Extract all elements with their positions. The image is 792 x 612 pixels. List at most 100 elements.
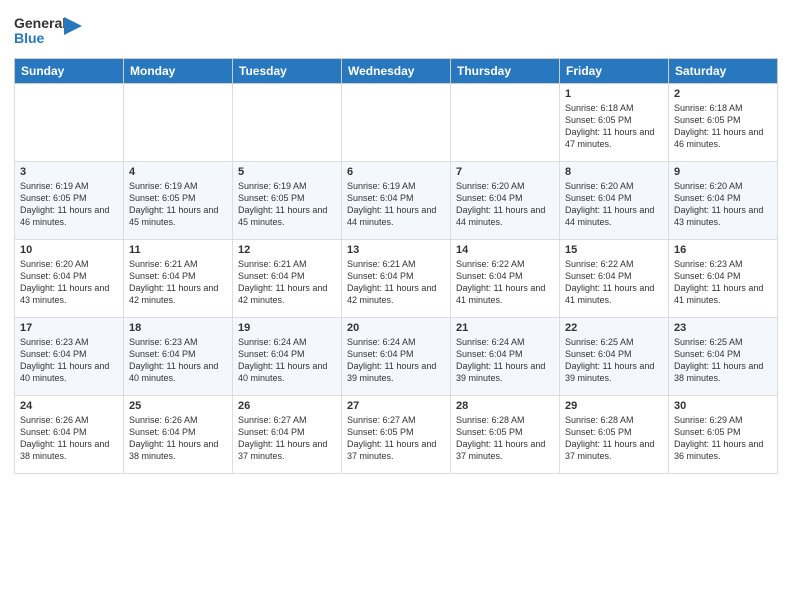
- day-info: Daylight: 11 hours and 41 minutes.: [456, 282, 554, 306]
- day-info: Sunrise: 6:27 AM: [347, 414, 445, 426]
- weekday-header: Sunday: [15, 59, 124, 84]
- day-info: Sunrise: 6:18 AM: [565, 102, 663, 114]
- day-info: Daylight: 11 hours and 42 minutes.: [129, 282, 227, 306]
- svg-text:General: General: [14, 15, 64, 31]
- day-info: Sunset: 6:05 PM: [674, 114, 772, 126]
- day-info: Sunset: 6:04 PM: [456, 192, 554, 204]
- calendar-cell: 4Sunrise: 6:19 AMSunset: 6:05 PMDaylight…: [124, 162, 233, 240]
- day-number: 12: [238, 244, 336, 256]
- calendar-week: 17Sunrise: 6:23 AMSunset: 6:04 PMDayligh…: [15, 318, 778, 396]
- day-number: 9: [674, 166, 772, 178]
- day-info: Sunset: 6:04 PM: [238, 348, 336, 360]
- calendar-cell: 16Sunrise: 6:23 AMSunset: 6:04 PMDayligh…: [669, 240, 778, 318]
- day-info: Sunrise: 6:28 AM: [565, 414, 663, 426]
- day-info: Sunrise: 6:20 AM: [456, 180, 554, 192]
- weekday-header: Monday: [124, 59, 233, 84]
- day-number: 15: [565, 244, 663, 256]
- day-info: Daylight: 11 hours and 46 minutes.: [20, 204, 118, 228]
- calendar-cell: 18Sunrise: 6:23 AMSunset: 6:04 PMDayligh…: [124, 318, 233, 396]
- day-number: 27: [347, 400, 445, 412]
- day-info: Daylight: 11 hours and 38 minutes.: [129, 438, 227, 462]
- day-info: Daylight: 11 hours and 47 minutes.: [565, 126, 663, 150]
- day-number: 19: [238, 322, 336, 334]
- day-number: 22: [565, 322, 663, 334]
- calendar-cell: 1Sunrise: 6:18 AMSunset: 6:05 PMDaylight…: [560, 84, 669, 162]
- day-info: Daylight: 11 hours and 44 minutes.: [565, 204, 663, 228]
- calendar-cell: 9Sunrise: 6:20 AMSunset: 6:04 PMDaylight…: [669, 162, 778, 240]
- day-info: Daylight: 11 hours and 40 minutes.: [129, 360, 227, 384]
- day-info: Sunrise: 6:24 AM: [347, 336, 445, 348]
- day-number: 3: [20, 166, 118, 178]
- calendar-cell: [15, 84, 124, 162]
- day-number: 8: [565, 166, 663, 178]
- calendar-week: 1Sunrise: 6:18 AMSunset: 6:05 PMDaylight…: [15, 84, 778, 162]
- calendar-cell: 25Sunrise: 6:26 AMSunset: 6:04 PMDayligh…: [124, 396, 233, 474]
- day-info: Daylight: 11 hours and 37 minutes.: [565, 438, 663, 462]
- day-info: Sunset: 6:04 PM: [20, 270, 118, 282]
- calendar-cell: 2Sunrise: 6:18 AMSunset: 6:05 PMDaylight…: [669, 84, 778, 162]
- day-number: 7: [456, 166, 554, 178]
- day-info: Sunset: 6:04 PM: [674, 270, 772, 282]
- day-info: Sunset: 6:04 PM: [456, 348, 554, 360]
- day-info: Daylight: 11 hours and 43 minutes.: [20, 282, 118, 306]
- day-info: Sunrise: 6:25 AM: [565, 336, 663, 348]
- day-info: Daylight: 11 hours and 41 minutes.: [674, 282, 772, 306]
- day-info: Daylight: 11 hours and 37 minutes.: [347, 438, 445, 462]
- calendar-cell: 28Sunrise: 6:28 AMSunset: 6:05 PMDayligh…: [451, 396, 560, 474]
- day-info: Sunset: 6:05 PM: [347, 426, 445, 438]
- day-info: Sunset: 6:04 PM: [20, 426, 118, 438]
- day-number: 29: [565, 400, 663, 412]
- day-info: Daylight: 11 hours and 46 minutes.: [674, 126, 772, 150]
- day-info: Sunrise: 6:24 AM: [238, 336, 336, 348]
- weekday-header: Thursday: [451, 59, 560, 84]
- page: General Blue SundayMondayTuesdayWednesda…: [0, 0, 792, 484]
- day-number: 4: [129, 166, 227, 178]
- day-info: Sunrise: 6:26 AM: [20, 414, 118, 426]
- day-info: Sunrise: 6:19 AM: [129, 180, 227, 192]
- calendar-week: 3Sunrise: 6:19 AMSunset: 6:05 PMDaylight…: [15, 162, 778, 240]
- day-number: 5: [238, 166, 336, 178]
- day-number: 13: [347, 244, 445, 256]
- day-info: Sunset: 6:04 PM: [238, 270, 336, 282]
- day-number: 11: [129, 244, 227, 256]
- day-info: Sunrise: 6:19 AM: [20, 180, 118, 192]
- day-info: Sunrise: 6:27 AM: [238, 414, 336, 426]
- day-info: Daylight: 11 hours and 42 minutes.: [238, 282, 336, 306]
- day-info: Daylight: 11 hours and 38 minutes.: [20, 438, 118, 462]
- day-info: Sunrise: 6:21 AM: [347, 258, 445, 270]
- day-number: 17: [20, 322, 118, 334]
- day-number: 21: [456, 322, 554, 334]
- calendar-cell: 26 Sunrise: 6:27 AMSunset: 6:04 PMDayligh…: [233, 396, 342, 474]
- day-info: Daylight: 11 hours and 37 minutes.: [238, 438, 336, 462]
- day-info: Daylight: 11 hours and 44 minutes.: [456, 204, 554, 228]
- calendar-cell: 23Sunrise: 6:25 AMSunset: 6:04 PMDayligh…: [669, 318, 778, 396]
- day-info: Sunrise: 6:26 AM: [129, 414, 227, 426]
- day-number: 16: [674, 244, 772, 256]
- day-info: Sunset: 6:05 PM: [129, 192, 227, 204]
- day-info: Sunset: 6:04 PM: [129, 426, 227, 438]
- day-info: Sunset: 6:04 PM: [238, 426, 336, 438]
- calendar-cell: 5Sunrise: 6:19 AMSunset: 6:05 PMDaylight…: [233, 162, 342, 240]
- logo-icon: General Blue: [14, 10, 64, 50]
- day-info: Sunrise: 6:28 AM: [456, 414, 554, 426]
- day-info: Daylight: 11 hours and 41 minutes.: [565, 282, 663, 306]
- day-info: Sunset: 6:04 PM: [674, 348, 772, 360]
- calendar-cell: 6Sunrise: 6:19 AMSunset: 6:04 PMDaylight…: [342, 162, 451, 240]
- day-info: Sunset: 6:04 PM: [20, 348, 118, 360]
- svg-text:Blue: Blue: [14, 30, 45, 46]
- day-info: Sunset: 6:04 PM: [565, 192, 663, 204]
- day-info: Sunset: 6:04 PM: [129, 348, 227, 360]
- calendar-cell: 8Sunrise: 6:20 AMSunset: 6:04 PMDaylight…: [560, 162, 669, 240]
- day-info: Daylight: 11 hours and 43 minutes.: [674, 204, 772, 228]
- day-number: 26: [238, 400, 336, 412]
- day-info: Sunrise: 6:20 AM: [20, 258, 118, 270]
- day-number: 24: [20, 400, 118, 412]
- calendar-cell: 7 Sunrise: 6:20 AMSunset: 6:04 PMDaylight…: [451, 162, 560, 240]
- day-info: Sunrise: 6:19 AM: [238, 180, 336, 192]
- calendar-cell: [233, 84, 342, 162]
- day-info: Sunset: 6:04 PM: [456, 270, 554, 282]
- day-info: Daylight: 11 hours and 38 minutes.: [674, 360, 772, 384]
- day-info: Sunrise: 6:29 AM: [674, 414, 772, 426]
- day-number: 30: [674, 400, 772, 412]
- weekday-header: Saturday: [669, 59, 778, 84]
